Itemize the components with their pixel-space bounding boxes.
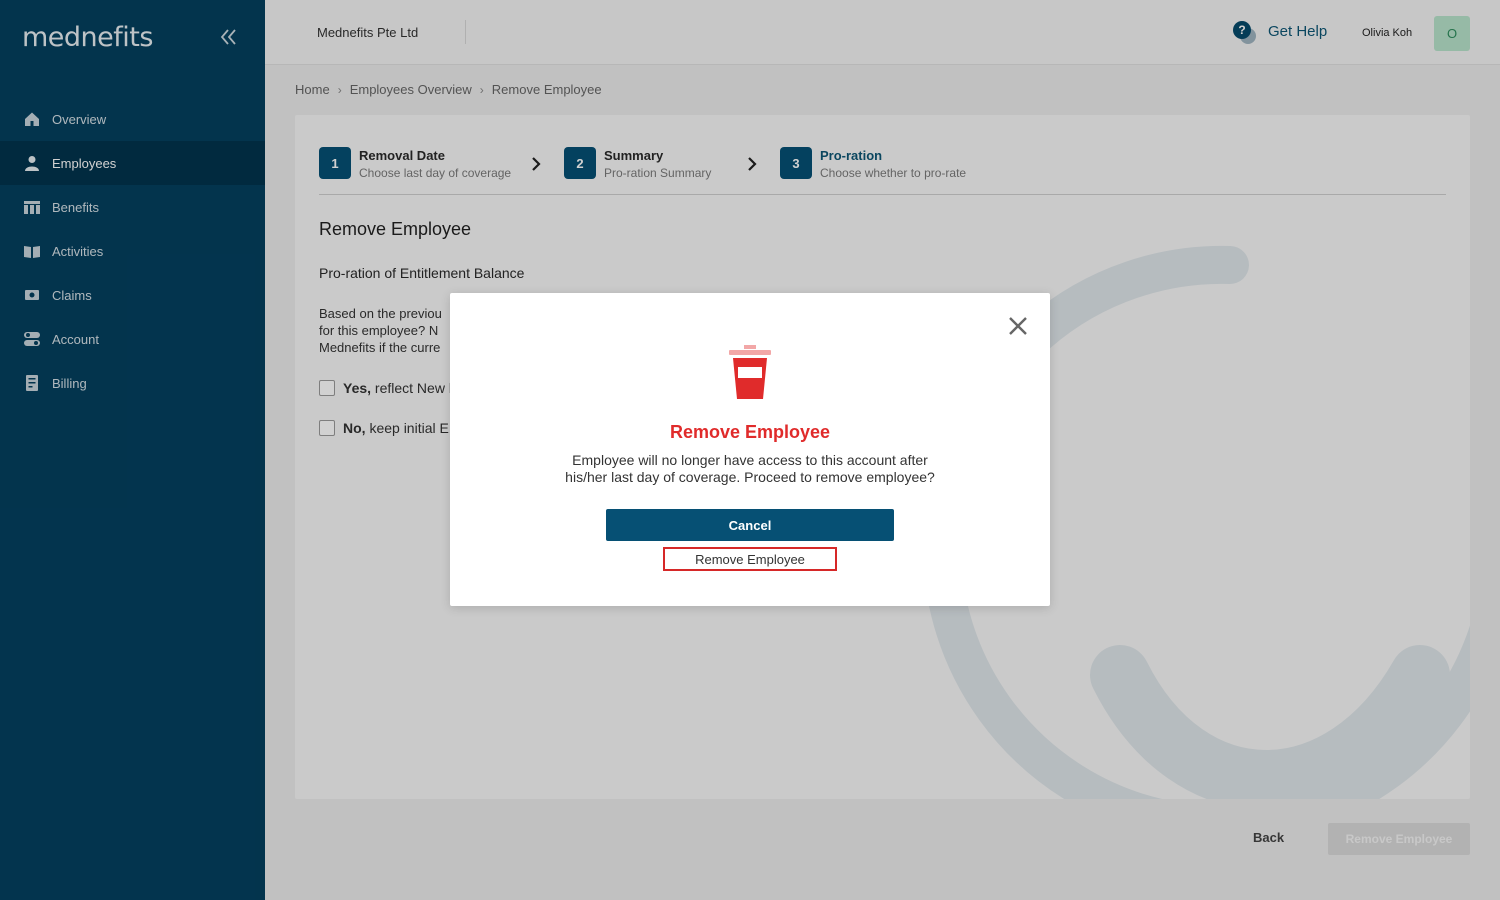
modal-message-line: Employee will no longer have access to t… xyxy=(572,452,928,468)
confirm-remove-employee-button[interactable]: Remove Employee xyxy=(663,547,837,571)
modal-message: Employee will no longer have access to t… xyxy=(540,452,960,486)
trash-icon xyxy=(729,345,771,399)
modal-message-line: his/her last day of coverage. Proceed to… xyxy=(565,469,935,485)
remove-employee-modal: Remove Employee Employee will no longer … xyxy=(450,293,1050,606)
modal-title: Remove Employee xyxy=(669,422,831,442)
cancel-button[interactable]: Cancel xyxy=(606,509,894,541)
close-icon[interactable] xyxy=(1006,314,1030,338)
